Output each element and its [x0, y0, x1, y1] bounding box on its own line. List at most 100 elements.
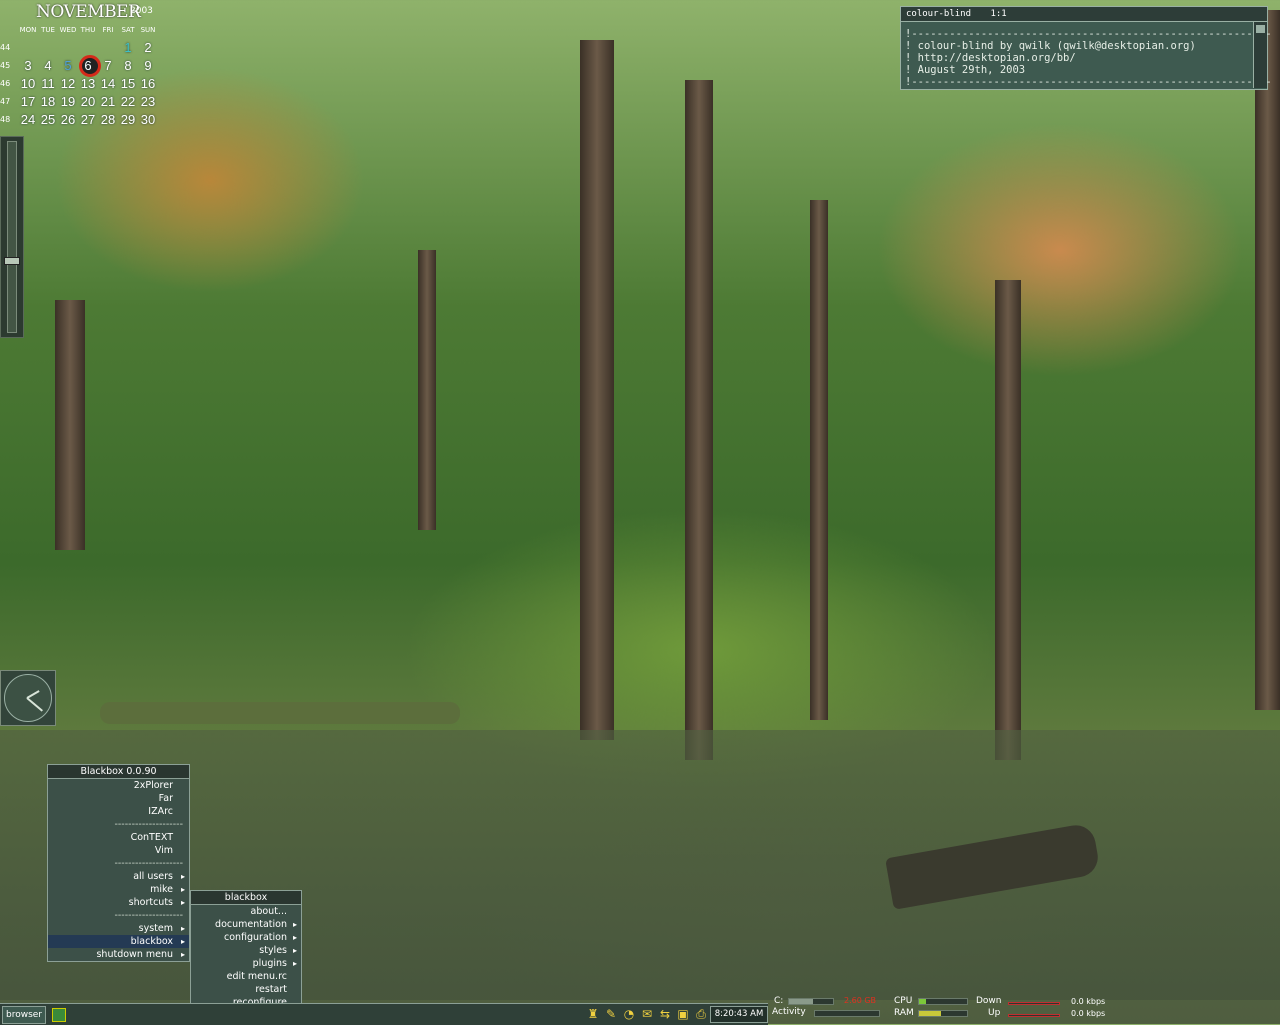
terminal-window[interactable]: colour-blind 1:1 !----------------------…	[900, 6, 1272, 90]
week-number: 48	[0, 115, 11, 124]
system-monitors: C: 2.60 GB Activity CPU RAM Down 0.0 kbp…	[768, 994, 1280, 1024]
menu-item-styles[interactable]: styles	[191, 944, 301, 957]
menu-item-about[interactable]: about...	[191, 905, 301, 918]
calendar-day: 15	[120, 76, 136, 91]
mail-icon[interactable]: ✉	[640, 1006, 654, 1022]
calendar-day: 7	[104, 58, 112, 73]
task-icon[interactable]	[52, 1008, 66, 1022]
network-icon[interactable]: ⇆	[658, 1006, 672, 1022]
taskbar: browser ♜ ✎ ◔ ✉ ⇆ ▣ ⎙ 8:20:43 AM	[0, 1003, 768, 1025]
menu-item-mike[interactable]: mike	[48, 883, 189, 896]
menu-item-vim[interactable]: Vim	[48, 844, 189, 857]
calendar-week-row: 48 24 25 26 27 28 29 30	[0, 112, 158, 127]
scrollbar-thumb[interactable]	[1256, 25, 1265, 33]
calendar-day: 29	[120, 112, 136, 127]
terminal-line: ! http://desktopian.org/bb/	[905, 52, 1076, 64]
cpu-bar	[918, 998, 968, 1005]
clock-tray-icon[interactable]: ◔	[622, 1006, 636, 1022]
terminal-line: ! August 29th, 2003	[905, 64, 1026, 76]
calendar-day: 18	[40, 94, 56, 109]
weekday-label: FRI	[102, 26, 114, 34]
menu-item-shutdown-menu[interactable]: shutdown menu	[48, 948, 189, 961]
disk-icon[interactable]: ▣	[676, 1006, 690, 1022]
weekday-label: TUE	[41, 26, 55, 34]
menu-item-plugins[interactable]: plugins	[191, 957, 301, 970]
menu-item-system[interactable]: system	[48, 922, 189, 935]
terminal-geometry: 1:1	[990, 9, 1007, 19]
week-number: 47	[0, 97, 11, 106]
slider-thumb[interactable]	[4, 257, 20, 265]
calendar-day: 13	[80, 76, 96, 91]
terminal-body[interactable]: !---------------------------------------…	[901, 22, 1272, 88]
workspace-button[interactable]: browser	[2, 1006, 46, 1024]
menu-item-edit-menu-rc[interactable]: edit menu.rc	[191, 970, 301, 983]
menu-separator: --------------------	[114, 858, 183, 869]
activity-label: Activity	[772, 1007, 806, 1017]
terminal-title: colour-blind	[906, 9, 972, 19]
menu-item-all-users[interactable]: all users	[48, 870, 189, 883]
menu-item-far[interactable]: Far	[48, 792, 189, 805]
calendar-week-row: 45 3 4 5 6 7 8 9	[0, 55, 158, 77]
calendar-day: 24	[20, 112, 36, 127]
up-label: Up	[988, 1008, 1001, 1018]
volume-slider[interactable]	[0, 136, 24, 338]
calendar-day: 12	[60, 76, 76, 91]
calendar-day: 16	[140, 76, 156, 91]
terminal-scrollbar[interactable]	[1253, 22, 1267, 88]
calendar-day: 30	[140, 112, 156, 127]
down-value: 0.0 kbps	[1071, 997, 1106, 1006]
analog-clock	[0, 670, 56, 726]
up-value: 0.0 kbps	[1071, 1009, 1106, 1018]
calendar-year: 2003	[130, 6, 153, 16]
menu-item-context[interactable]: ConTEXT	[48, 831, 189, 844]
calendar-day: 28	[100, 112, 116, 127]
calendar-day: 20	[80, 94, 96, 109]
down-graph	[1008, 1002, 1060, 1005]
menu-item-2xplorer[interactable]: 2xPlorer	[48, 779, 189, 792]
calendar-day: 27	[80, 112, 96, 127]
calendar-week-row: 46 10 11 12 13 14 15 16	[0, 76, 158, 91]
calendar-day: 26	[60, 112, 76, 127]
slider-track	[7, 141, 17, 333]
calendar-week-row: 44 1 2	[0, 40, 158, 55]
calendar-day: 4	[44, 58, 52, 73]
calendar-day: 14	[100, 76, 116, 91]
taskbar-clock[interactable]: 8:20:43 AM	[710, 1006, 768, 1023]
calendar-day: 9	[144, 58, 152, 73]
week-number: 44	[0, 43, 11, 52]
disk-bar	[788, 998, 834, 1005]
calendar-day: 5	[64, 58, 72, 73]
runner-icon[interactable]: ♜	[586, 1006, 600, 1022]
calendar-day: 23	[140, 94, 156, 109]
terminal-line: !---------------------------------------…	[905, 76, 1272, 88]
calendar-day: 10	[20, 76, 36, 91]
calendar-day: 22	[120, 94, 136, 109]
root-menu: Blackbox 0.0.90 2xPlorer Far IZArc --------…	[47, 764, 190, 962]
root-menu-title: Blackbox 0.0.90	[48, 765, 189, 779]
weekday-label: WED	[59, 26, 77, 34]
terminal-line: ! colour-blind by qwilk (qwilk@desktopia…	[905, 40, 1196, 52]
activity-bar	[814, 1010, 880, 1017]
menu-item-documentation[interactable]: documentation	[191, 918, 301, 931]
pen-icon[interactable]: ✎	[604, 1006, 618, 1022]
menu-item-shortcuts[interactable]: shortcuts	[48, 896, 189, 909]
menu-item-izarc[interactable]: IZArc	[48, 805, 189, 818]
ram-label: RAM	[894, 1008, 914, 1018]
root-menu-items: 2xPlorer Far IZArc -------------------- ConT…	[48, 779, 189, 961]
week-number: 45	[0, 61, 11, 70]
printer-icon[interactable]: ⎙	[694, 1006, 708, 1022]
week-number: 46	[0, 79, 11, 88]
calendar-day: 17	[20, 94, 36, 109]
terminal-titlebar[interactable]: colour-blind 1:1	[901, 7, 1267, 22]
calendar-day: 3	[24, 58, 32, 73]
calendar-day: 25	[40, 112, 56, 127]
ram-bar	[918, 1010, 968, 1017]
weekday-label: SUN	[140, 26, 156, 34]
menu-item-configuration[interactable]: configuration	[191, 931, 301, 944]
menu-item-restart[interactable]: restart	[191, 983, 301, 996]
menu-separator: --------------------	[114, 819, 183, 830]
calendar-day: 8	[124, 58, 132, 73]
menu-item-blackbox[interactable]: blackbox	[48, 935, 189, 948]
calendar-day: 2	[144, 40, 152, 55]
calendar-day: 11	[41, 76, 55, 91]
